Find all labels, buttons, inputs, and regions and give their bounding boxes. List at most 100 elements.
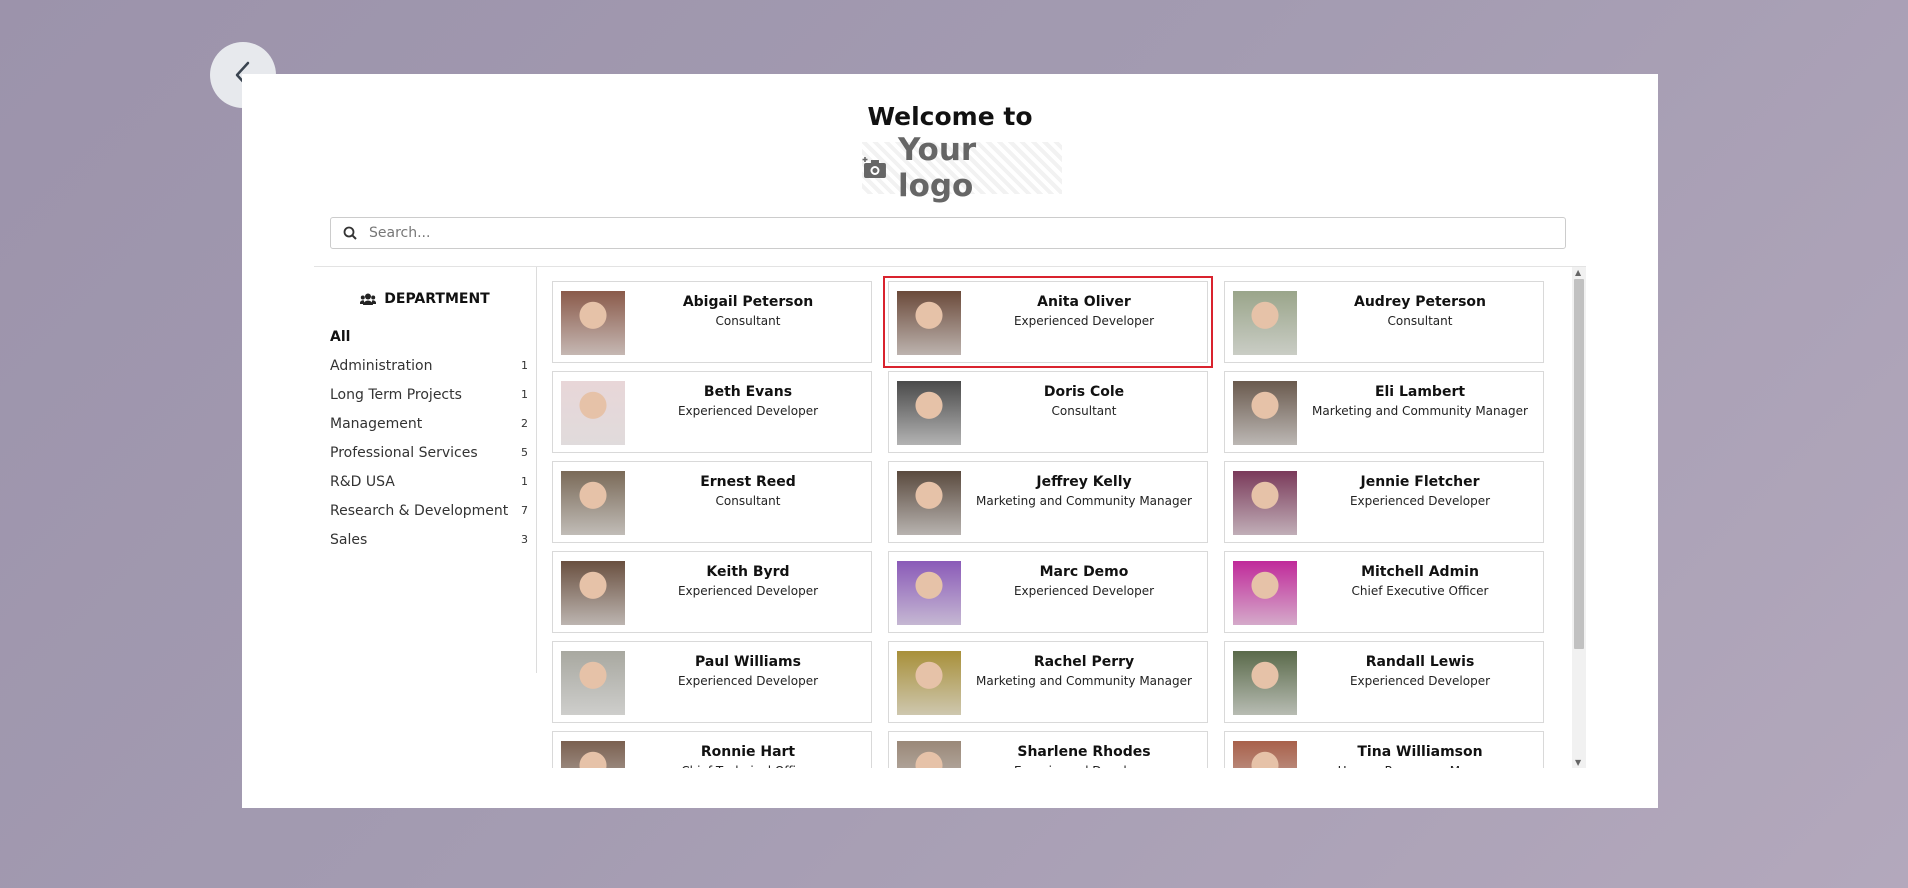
employee-avatar xyxy=(897,651,961,715)
employee-avatar xyxy=(1233,651,1297,715)
employee-role: Experienced Developer xyxy=(677,674,819,688)
department-label: Sales xyxy=(330,531,368,548)
employee-info: Beth Evans Experienced Developer xyxy=(631,382,865,420)
employee-avatar xyxy=(1233,471,1297,535)
employee-info: Tina Williamson Human Resources Manager xyxy=(1303,742,1537,768)
employee-grid: Tina Williamson Human Resources Manager Sh… xyxy=(536,267,1586,768)
employee-card[interactable]: Keith Byrd Experienced Developer xyxy=(552,551,872,633)
employee-role: Experienced Developer xyxy=(967,762,1201,768)
employee-name: Rachel Perry xyxy=(1033,654,1135,670)
employee-info: Keith Byrd Experienced Developer xyxy=(631,562,865,600)
employee-card[interactable]: Ronnie Hart Chief Technical Officer xyxy=(552,731,872,768)
employee-card[interactable]: Anita Oliver Experienced Developer xyxy=(883,276,1213,368)
department-item-management[interactable]: Management 2 xyxy=(330,409,530,438)
employee-info: Anita Oliver Experienced Developer xyxy=(967,292,1201,330)
employee-card[interactable]: Audrey Peterson Consultant xyxy=(1224,281,1544,363)
employee-card[interactable]: Marc Demo Experienced Developer xyxy=(888,551,1208,633)
employee-role: Experienced Developer xyxy=(1349,674,1491,688)
employee-role: Marketing and Community Manager xyxy=(976,674,1192,688)
employee-card[interactable]: Tina Williamson Human Resources Manager xyxy=(1224,731,1544,768)
logo[interactable]: Your logo xyxy=(862,132,1062,204)
employee-role: Marketing and Community Manager xyxy=(1312,404,1528,418)
employee-card[interactable]: Abigail Peterson Consultant xyxy=(552,281,872,363)
employee-info: Rachel Perry Marketing and Community Mana… xyxy=(967,652,1201,690)
employee-card[interactable]: Rachel Perry Marketing and Community Mana… xyxy=(888,641,1208,723)
department-count: 3 xyxy=(521,533,528,546)
employee-avatar xyxy=(561,291,625,355)
employee-role: Experienced Developer xyxy=(1349,494,1491,508)
employee-info: Ronnie Hart Chief Technical Officer xyxy=(631,742,865,768)
employee-info: Abigail Peterson Consultant xyxy=(631,292,865,330)
department-item-research-development[interactable]: Research & Development 7 xyxy=(330,496,530,525)
department-count: 2 xyxy=(521,417,528,430)
employee-role: Consultant xyxy=(1387,314,1453,328)
department-list: All Administration 1 Long Term Projects 1 Man… xyxy=(330,322,530,554)
employee-name: Anita Oliver xyxy=(1037,294,1131,310)
search-input[interactable] xyxy=(367,224,1521,242)
employee-name: Randall Lewis xyxy=(1365,654,1475,670)
employee-role: Human Resources Manager xyxy=(1303,762,1537,768)
employee-avatar xyxy=(897,291,961,355)
employee-name: Jeffrey Kelly xyxy=(1036,474,1132,490)
employee-info: Jennie Fletcher Experienced Developer xyxy=(1303,472,1537,510)
employee-name: Beth Evans xyxy=(703,384,793,400)
employee-name: Tina Williamson xyxy=(1357,744,1483,760)
employee-card[interactable]: Paul Williams Experienced Developer xyxy=(552,641,872,723)
employee-info: Mitchell Admin Chief Executive Officer xyxy=(1303,562,1537,600)
department-item-r-d-usa[interactable]: R&D USA 1 xyxy=(330,467,530,496)
employee-avatar xyxy=(897,561,961,625)
department-item-all[interactable]: All xyxy=(330,322,530,351)
employee-info: Paul Williams Experienced Developer xyxy=(631,652,865,690)
department-label: Professional Services xyxy=(330,444,478,461)
department-label: All xyxy=(330,328,351,345)
department-item-administration[interactable]: Administration 1 xyxy=(330,351,530,380)
employee-role: Chief Executive Officer xyxy=(1351,584,1489,598)
employee-info: Jeffrey Kelly Marketing and Community Man… xyxy=(967,472,1201,510)
employee-name: Ronnie Hart xyxy=(700,744,796,760)
employee-info: Doris Cole Consultant xyxy=(967,382,1201,420)
employee-avatar xyxy=(897,471,961,535)
employee-card[interactable]: Doris Cole Consultant xyxy=(888,371,1208,453)
employee-name: Mitchell Admin xyxy=(1361,564,1479,580)
employee-info: Randall Lewis Experienced Developer xyxy=(1303,652,1537,690)
department-label: R&D USA xyxy=(330,473,395,490)
employee-name: Ernest Reed xyxy=(700,474,796,490)
grid-scrollbar[interactable]: ▲ ▼ xyxy=(1572,267,1586,768)
employee-role: Marketing and Community Manager xyxy=(976,494,1192,508)
scroll-down-icon[interactable]: ▼ xyxy=(1575,758,1581,767)
scroll-up-icon[interactable]: ▲ xyxy=(1575,268,1581,277)
employee-card[interactable]: Jennie Fletcher Experienced Developer xyxy=(1224,461,1544,543)
employee-card[interactable]: Randall Lewis Experienced Developer xyxy=(1224,641,1544,723)
department-title: DEPARTMENT xyxy=(384,291,490,307)
employee-info: Sharlene Rhodes Experienced Developer xyxy=(967,742,1201,768)
employee-card[interactable]: Mitchell Admin Chief Executive Officer xyxy=(1224,551,1544,633)
employee-role: Chief Technical Officer xyxy=(631,762,865,768)
employee-avatar xyxy=(1233,741,1297,768)
employee-card[interactable]: Jeffrey Kelly Marketing and Community Man… xyxy=(888,461,1208,543)
department-item-sales[interactable]: Sales 3 xyxy=(330,525,530,554)
department-label: Long Term Projects xyxy=(330,386,462,403)
users-icon xyxy=(360,293,377,305)
department-count: 5 xyxy=(521,446,528,459)
employee-info: Marc Demo Experienced Developer xyxy=(967,562,1201,600)
employee-card[interactable]: Beth Evans Experienced Developer xyxy=(552,371,872,453)
employee-card[interactable]: Eli Lambert Marketing and Community Manag… xyxy=(1224,371,1544,453)
department-header: DEPARTMENT xyxy=(314,291,536,307)
department-item-professional-services[interactable]: Professional Services 5 xyxy=(330,438,530,467)
search-box[interactable] xyxy=(330,217,1566,249)
scroll-thumb[interactable] xyxy=(1574,279,1584,649)
department-label: Research & Development xyxy=(330,502,509,519)
employee-name: Jennie Fletcher xyxy=(1360,474,1480,490)
department-item-long-term-projects[interactable]: Long Term Projects 1 xyxy=(330,380,530,409)
employee-name: Sharlene Rhodes xyxy=(1017,744,1151,760)
department-count: 1 xyxy=(521,475,528,488)
employee-card[interactable]: Ernest Reed Consultant xyxy=(552,461,872,543)
employee-avatar xyxy=(897,381,961,445)
employee-card[interactable]: Sharlene Rhodes Experienced Developer xyxy=(888,731,1208,768)
employee-name: Keith Byrd xyxy=(706,564,790,580)
employee-role: Experienced Developer xyxy=(1013,584,1155,598)
employee-avatar xyxy=(1233,381,1297,445)
employee-role: Consultant xyxy=(715,314,781,328)
department-sidebar: DEPARTMENT All Administration 1 Long Term P… xyxy=(314,267,537,673)
employee-role: Consultant xyxy=(715,494,781,508)
